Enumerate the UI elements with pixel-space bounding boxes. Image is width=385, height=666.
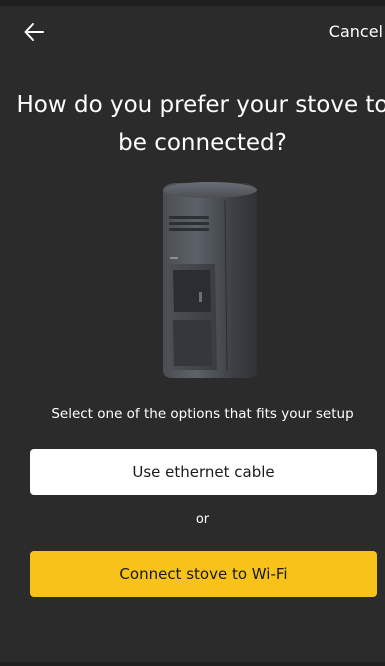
stove-image — [155, 180, 265, 385]
connect-wifi-button-label: Connect stove to Wi-Fi — [119, 565, 288, 583]
back-button[interactable] — [18, 16, 50, 48]
or-separator: or — [195, 512, 210, 527]
app-screen: Cancel How do you prefer your stove to b… — [0, 0, 385, 666]
instruction-text: Select one of the options that fits your… — [51, 406, 354, 422]
status-strip — [0, 0, 385, 6]
arrow-left-icon — [24, 23, 44, 41]
use-ethernet-button[interactable]: Use ethernet cable — [30, 449, 377, 495]
use-ethernet-button-label: Use ethernet cable — [132, 463, 275, 481]
connect-wifi-button[interactable]: Connect stove to Wi-Fi — [30, 551, 377, 597]
cancel-link[interactable]: Cancel — [329, 22, 383, 41]
bottom-strip — [0, 662, 385, 666]
page-title: How do you prefer your stove to be conne… — [16, 92, 385, 156]
